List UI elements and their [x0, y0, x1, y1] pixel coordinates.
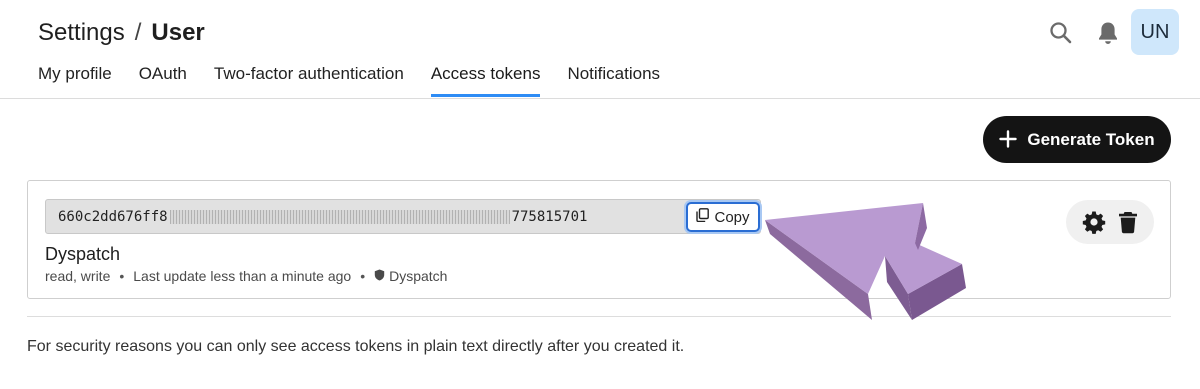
token-actions: [1066, 200, 1154, 244]
copy-button[interactable]: Copy: [686, 202, 760, 232]
security-note: For security reasons you can only see ac…: [27, 338, 685, 355]
token-field[interactable]: 660c2dd676ff8 775815701: [45, 199, 761, 234]
shield-icon: [374, 268, 385, 284]
settings-tabs: My profile OAuth Two-factor authenticati…: [38, 64, 687, 97]
trash-icon[interactable]: [1118, 210, 1138, 234]
token-card: 660c2dd676ff8 775815701 Copy Dyspatch re…: [27, 180, 1171, 299]
token-last-update: Last update less than a minute ago: [133, 268, 352, 284]
breadcrumb-current: User: [151, 19, 205, 46]
avatar[interactable]: UN: [1131, 9, 1179, 55]
copy-icon: [696, 208, 710, 226]
tab-oauth[interactable]: OAuth: [139, 64, 187, 96]
section-divider: [27, 316, 1171, 317]
breadcrumb-separator: /: [134, 19, 142, 46]
plus-icon: [999, 126, 1018, 152]
token-prefix: 660c2dd676ff8: [58, 208, 168, 225]
tab-notifications[interactable]: Notifications: [567, 64, 660, 96]
token-meta: read, write • Last update less than a mi…: [45, 268, 447, 284]
copy-label: Copy: [714, 208, 750, 226]
tab-access-tokens[interactable]: Access tokens: [430, 64, 540, 97]
generate-token-button[interactable]: Generate Token: [983, 116, 1171, 163]
generate-token-label: Generate Token: [1027, 129, 1155, 149]
meta-separator: •: [360, 268, 366, 284]
breadcrumb-settings[interactable]: Settings: [38, 19, 125, 47]
token-suffix: 775815701: [511, 208, 588, 225]
bell-icon[interactable]: [1096, 20, 1120, 46]
tab-two-factor[interactable]: Two-factor authentication: [214, 64, 404, 96]
token-owner: Dyspatch: [389, 268, 448, 284]
token-name: Dyspatch: [45, 244, 121, 264]
gear-icon[interactable]: [1082, 210, 1106, 234]
tab-my-profile[interactable]: My profile: [38, 64, 112, 96]
meta-separator: •: [119, 268, 125, 284]
token-scopes: read, write: [45, 268, 111, 284]
token-redacted: [169, 209, 510, 224]
settings-header: Settings / User My profile OAuth Two-fac…: [0, 0, 1200, 99]
breadcrumb: Settings / User: [38, 19, 205, 47]
search-icon[interactable]: [1048, 20, 1074, 46]
pointer-arrow-icon: [765, 203, 966, 320]
